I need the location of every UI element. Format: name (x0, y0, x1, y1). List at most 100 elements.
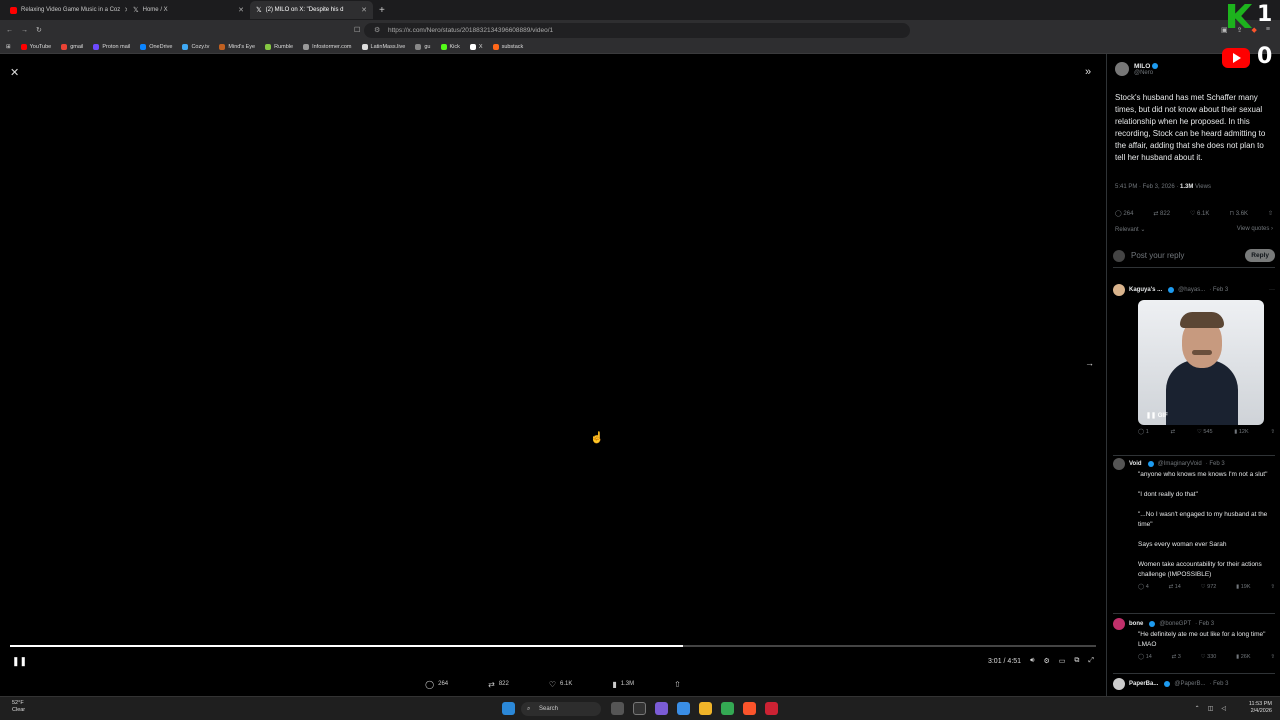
author-name[interactable]: MILO (1134, 63, 1150, 70)
share-icon[interactable]: ⇪ (1237, 26, 1243, 34)
weather-widget[interactable]: 52°F Clear (12, 700, 25, 714)
like-count[interactable]: ♡ 330 (1201, 654, 1217, 660)
repost-icon[interactable]: ⇄ 14 (1169, 584, 1181, 590)
share-icon: ⇧ (674, 679, 681, 689)
views-count[interactable]: ▮ 26K (1236, 654, 1250, 660)
share-icon[interactable]: ⇧ (1270, 584, 1275, 590)
reply-action[interactable]: ◯ 264 (425, 676, 448, 692)
bookmark-item[interactable]: Rumble (265, 43, 293, 50)
repost-icon[interactable]: ⇄ 3 (1172, 654, 1181, 660)
reply-icon[interactable]: ◯ 1 (1138, 429, 1149, 435)
pause-button[interactable]: ❚❚ (12, 656, 27, 667)
browser-tab[interactable]: Relaxing Video Game Music in a Coz✕ (4, 1, 127, 19)
settings-icon[interactable]: ⚙ (1043, 657, 1049, 665)
like-count[interactable]: ♡ 545 (1197, 429, 1213, 435)
views-action[interactable]: ▮ 1.3M (612, 676, 634, 692)
bookmark-item[interactable]: X (469, 43, 483, 50)
video-player[interactable] (0, 54, 1106, 696)
next-arrow-icon[interactable]: → (1085, 358, 1094, 368)
bookmark-count[interactable]: ⊓ 3.6K (1229, 210, 1248, 217)
reply-item[interactable]: bone @boneGPT · Feb 3 "He definitely ate m… (1113, 618, 1275, 674)
bookmark-icon[interactable]: ☐ (354, 26, 360, 34)
task-view-icon[interactable] (633, 702, 646, 715)
start-icon[interactable] (502, 702, 515, 715)
file-explorer-icon[interactable] (699, 702, 712, 715)
chrome-icon[interactable] (721, 702, 734, 715)
bookmark-item[interactable]: substack (492, 43, 523, 50)
reply-icon[interactable]: ◯ 4 (1138, 584, 1149, 590)
avatar[interactable] (1113, 284, 1125, 296)
app-icon[interactable] (765, 702, 778, 715)
site-info-icon[interactable]: ⚙ (374, 26, 380, 34)
more-icon[interactable]: ··· (1269, 287, 1275, 293)
view-quotes-link[interactable]: View quotes › (1237, 226, 1273, 233)
app-icon[interactable] (655, 702, 668, 715)
sort-dropdown[interactable]: Relevant ⌄ (1115, 226, 1145, 233)
bookmark-item[interactable]: gmail (61, 43, 83, 50)
post-author[interactable]: MILO @Nero (1115, 62, 1159, 76)
reply-count[interactable]: ◯ 264 (1115, 210, 1133, 217)
avatar[interactable] (1113, 618, 1125, 630)
close-icon[interactable]: ✕ (10, 66, 19, 79)
fullscreen-icon[interactable]: ⤢ (1088, 657, 1094, 665)
repost-icon[interactable]: ⇄ (1171, 429, 1176, 435)
extension-icon[interactable]: ▣ (1221, 26, 1228, 34)
author-handle[interactable]: @Nero (1134, 70, 1158, 76)
edge-icon[interactable] (677, 702, 690, 715)
reply-item[interactable]: Void @ImaginaryVoid · Feb 3 "anyone who kn… (1113, 458, 1275, 614)
avatar[interactable] (1113, 458, 1125, 470)
avatar[interactable] (1115, 62, 1129, 76)
forward-icon[interactable]: → (21, 27, 28, 34)
repost-count[interactable]: ⇄ 822 (1153, 210, 1170, 217)
reply-icon[interactable]: ◯ 14 (1138, 654, 1152, 660)
brave-icon[interactable] (743, 702, 756, 715)
bookmark-item[interactable]: LatinMass.live (361, 43, 405, 50)
reply-item[interactable]: PaperBa... @PaperB... · Feb 3 (1113, 678, 1275, 696)
repost-action[interactable]: ⇄ 822 (488, 676, 509, 692)
like-count[interactable]: ♡ 972 (1201, 584, 1217, 590)
url-field[interactable]: ⚙ https://x.com/Nero/status/2018832134396… (364, 22, 910, 38)
volume-icon[interactable]: ◁ (1221, 705, 1226, 712)
bookmark-item[interactable]: YouTube (20, 43, 51, 50)
chevron-up-icon[interactable]: ⌃ (1195, 705, 1200, 712)
shield-icon[interactable]: ◆ (1252, 26, 1257, 34)
bookmark-item[interactable]: Proton mail (93, 43, 130, 50)
reply-input[interactable]: Post your reply (1131, 251, 1184, 260)
captions-icon[interactable]: ▭ (1059, 657, 1066, 665)
pip-icon[interactable]: ⧉ (1074, 657, 1079, 665)
menu-icon[interactable]: ≡ (1266, 26, 1270, 34)
bookmark-item[interactable]: Infostormer.com (303, 43, 352, 50)
bookmark-item[interactable]: Mind's Eye (219, 43, 255, 50)
share-icon[interactable]: ⇧ (1270, 654, 1275, 660)
views-count[interactable]: ▮ 12K (1234, 429, 1248, 435)
share-icon[interactable]: ⇧ (1270, 429, 1275, 435)
progress-bar[interactable] (10, 645, 1096, 647)
volume-icon[interactable]: 🔊︎ (1030, 657, 1034, 665)
views-count[interactable]: ▮ 19K (1236, 584, 1250, 590)
bookmark-item[interactable]: Cozy.tv (182, 43, 209, 50)
taskbar-search[interactable]: ⌕ Search (521, 702, 601, 716)
like-count[interactable]: ♡ 6.1K (1190, 210, 1209, 217)
new-tab-button[interactable]: + (379, 5, 385, 16)
gif-media[interactable]: ❚❚ GIF (1138, 300, 1264, 425)
bookmark-item[interactable]: gu (415, 43, 431, 50)
reply-item[interactable]: Kaguya's ... @hayas... · Feb 3 ··· ❚❚ GIF ◯… (1113, 284, 1275, 456)
bookmark-item[interactable]: OneDrive (140, 43, 172, 50)
avatar[interactable] (1113, 678, 1125, 690)
browser-tab[interactable]: 𝕏 Home / X ✕ (127, 1, 250, 19)
close-tab-icon[interactable]: ✕ (361, 6, 367, 14)
browser-tab-active[interactable]: 𝕏 (2) MILO on X: "Despite his d ✕ (250, 1, 373, 19)
reload-icon[interactable]: ↻ (36, 26, 42, 34)
collapse-panel-icon[interactable]: » (1085, 66, 1091, 78)
clock[interactable]: 11:53 PM 2/4/2026 (1249, 701, 1272, 715)
apps-icon[interactable]: ⊞ (6, 44, 11, 50)
widgets-icon[interactable] (611, 702, 624, 715)
close-tab-icon[interactable]: ✕ (238, 6, 244, 14)
back-icon[interactable]: ← (6, 27, 13, 34)
share-action[interactable]: ⇧ (674, 676, 681, 692)
bookmark-item[interactable]: Kick (440, 43, 460, 50)
like-action[interactable]: ♡ 6.1K (549, 676, 573, 692)
share-icon[interactable]: ⇧ (1268, 210, 1273, 217)
network-icon[interactable]: ◫ (1208, 705, 1214, 712)
reply-button[interactable]: Reply (1245, 249, 1275, 262)
